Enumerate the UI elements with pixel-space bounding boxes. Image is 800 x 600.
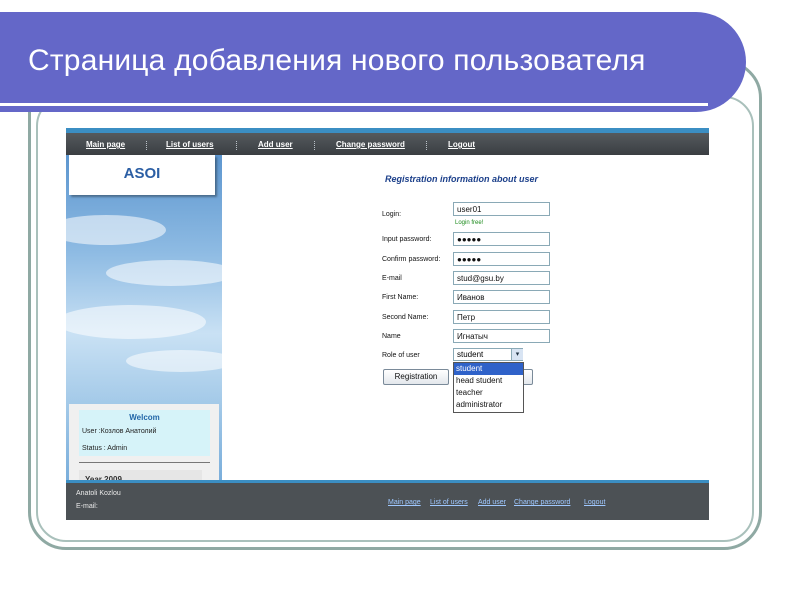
role-option-administrator[interactable]: administrator xyxy=(454,399,523,411)
nav-add-user[interactable]: Add user xyxy=(258,140,293,149)
email-label: E-mail xyxy=(382,275,402,282)
slide-title-rule xyxy=(0,103,708,106)
name-label: Name xyxy=(382,333,401,340)
email-field[interactable]: stud@gsu.by xyxy=(453,271,550,285)
button-edge xyxy=(524,369,533,385)
login-input[interactable]: user01 xyxy=(453,202,550,216)
footer-link-list-of-users[interactable]: List of users xyxy=(430,499,468,506)
nav-logout[interactable]: Logout xyxy=(448,140,475,149)
confirm-password-label: Confirm password: xyxy=(382,256,441,263)
nav-separator xyxy=(146,141,148,150)
role-label: Role of user xyxy=(382,352,420,359)
input-password-field[interactable]: ●●●●● xyxy=(453,232,550,246)
nav-change-password[interactable]: Change password xyxy=(336,140,405,149)
nav-separator xyxy=(236,141,238,150)
sky-cloud xyxy=(106,260,236,286)
first-name-label: First Name: xyxy=(382,294,419,301)
footer-author: Anatoli Kozlou xyxy=(76,490,121,497)
sky-cloud xyxy=(66,305,206,339)
login-label: Login: xyxy=(382,211,402,218)
welcome-user: User :Козлов Анатолий xyxy=(82,428,157,435)
welcome-divider xyxy=(79,462,210,463)
footer-link-logout[interactable]: Logout xyxy=(584,499,605,506)
chevron-down-icon[interactable]: ▾ xyxy=(511,349,523,360)
role-option-student[interactable]: student xyxy=(454,363,523,375)
sidebar: ASOI Welcom User :Козлов Анатолий Status… xyxy=(66,155,236,496)
welcome-box: Welcom User :Козлов Анатолий Status : Ad… xyxy=(79,410,210,456)
welcome-status: Status : Admin xyxy=(82,445,128,452)
slide-title: Страница добавления нового пользователя xyxy=(28,44,646,77)
first-name-field[interactable]: Иванов xyxy=(453,290,550,304)
footer-email-label: E-mail: xyxy=(76,503,98,510)
registration-button[interactable]: Registration xyxy=(383,369,449,385)
app-screenshot: Main page List of users Add user Change … xyxy=(66,128,709,520)
confirm-password-field[interactable]: ●●●●● xyxy=(453,252,550,266)
nav-main-page[interactable]: Main page xyxy=(86,140,125,149)
sky-cloud xyxy=(126,350,236,372)
input-password-label: Input password: xyxy=(382,236,432,243)
nav-list-of-users[interactable]: List of users xyxy=(166,140,214,149)
logo: ASOI xyxy=(123,165,161,182)
logo-box: ASOI xyxy=(69,155,215,195)
nav-separator xyxy=(314,141,316,150)
footer-link-main-page[interactable]: Main page xyxy=(388,499,421,506)
welcome-title: Welcom xyxy=(129,413,160,422)
role-dropdown: student head student teacher administrat… xyxy=(453,362,524,413)
form-title: Registration information about user xyxy=(385,174,539,184)
name-field[interactable]: Игнатыч xyxy=(453,329,550,343)
role-option-head-student[interactable]: head student xyxy=(454,375,523,387)
nav-separator xyxy=(426,141,428,150)
second-name-label: Second Name: xyxy=(382,314,429,321)
second-name-field[interactable]: Петр xyxy=(453,310,550,324)
footer-link-add-user[interactable]: Add user xyxy=(478,499,506,506)
footer: Anatoli Kozlou E-mail: Main page List of… xyxy=(66,483,709,520)
login-status: Login free! xyxy=(455,220,484,226)
footer-link-change-password[interactable]: Change password xyxy=(514,499,570,506)
sky-cloud xyxy=(66,215,166,245)
role-option-teacher[interactable]: teacher xyxy=(454,387,523,399)
top-navbar: Main page List of users Add user Change … xyxy=(66,133,709,155)
